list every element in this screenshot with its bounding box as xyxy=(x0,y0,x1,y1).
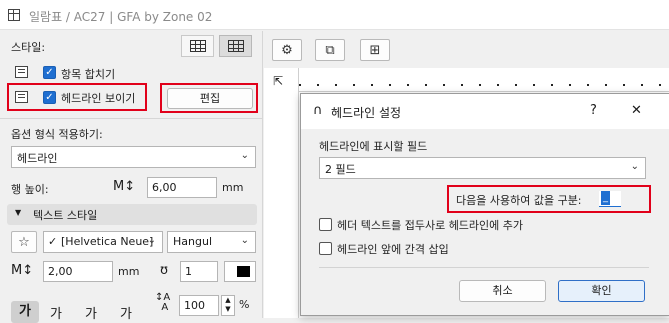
list-grid-icon xyxy=(189,40,206,52)
row-height-label: 행 높이: xyxy=(11,183,49,196)
text-style-label: 텍스트 스타일 xyxy=(33,209,98,222)
vertical-ruler: ⇱ xyxy=(264,68,299,318)
frame-icon: ⧉ xyxy=(325,42,335,58)
merge-items-icon xyxy=(15,66,28,78)
table-grid-icon xyxy=(227,40,244,52)
left-panel: 스타일: ✓ 항목 합치기 ✓ 헤드라인 보이기 편집 옵션 형식 적용하기: … xyxy=(0,31,263,323)
option-apply-value: 헤드라인 xyxy=(17,152,58,165)
script-value: Hangul xyxy=(173,235,212,248)
chevron-down-icon: ⌄ xyxy=(240,235,249,246)
gear-icon: ⚙ xyxy=(281,42,293,58)
ruler-ticks xyxy=(299,74,669,86)
chevron-down-icon: ⌄ xyxy=(147,235,156,246)
star-icon: ☆ xyxy=(18,234,30,250)
style-label: 스타일: xyxy=(11,41,46,54)
window-title: 일람표 / AC27 | GFA by Zone 02 xyxy=(29,10,213,24)
glyph-underline-button[interactable]: 가 xyxy=(85,303,97,322)
separator-label: 다음을 사용하여 값을 구분: xyxy=(456,194,582,207)
option-apply-label: 옵션 형식 적용하기: xyxy=(11,128,103,141)
scale-input[interactable]: 100 xyxy=(179,295,219,316)
font-size-unit: mm xyxy=(118,265,140,278)
cancel-button[interactable]: 취소 xyxy=(459,280,546,302)
headline-settings-dialog: ∩ 헤드라인 설정 ? ✕ 헤드라인에 표시할 필드 2 필드 ⌄ 다음을 사용… xyxy=(300,93,669,316)
font-value: [Helvetica Neue] xyxy=(61,235,154,248)
fields-label: 헤드라인에 표시할 필드 xyxy=(319,140,428,153)
chevron-down-icon: ⌄ xyxy=(240,150,249,161)
text-style-header[interactable]: ▼ 텍스트 스타일 xyxy=(7,204,257,225)
title-bar: 일람표 / AC27 | GFA by Zone 02 xyxy=(0,0,669,30)
merge-items-checkbox[interactable]: ✓ xyxy=(43,66,56,79)
show-headline-checkbox[interactable]: ✓ xyxy=(43,91,56,104)
fields-value: 2 필드 xyxy=(325,163,356,176)
style-grid-button[interactable] xyxy=(219,35,252,57)
font-size-input[interactable]: 2,00 xyxy=(43,261,113,282)
row-height-input[interactable]: 6,00 xyxy=(147,177,217,198)
merge-items-label: 항목 합치기 xyxy=(61,68,116,81)
pen-input[interactable]: 1 xyxy=(180,261,218,282)
font-size-icon: M↕ xyxy=(11,263,34,278)
space-checkbox-label: 헤드라인 앞에 간격 삽입 xyxy=(337,243,449,256)
archicad-icon: ∩ xyxy=(313,103,323,118)
pen-color-swatch[interactable] xyxy=(224,261,256,282)
separator-input[interactable]: _ xyxy=(599,191,621,207)
scale-stepper[interactable]: ▲ ▼ xyxy=(221,295,235,316)
fields-select[interactable]: 2 필드 ⌄ xyxy=(319,157,646,179)
glyph-bold-button[interactable]: 가 xyxy=(11,301,39,323)
prefix-checkbox-label: 헤더 텍스트를 접두사로 헤드라인에 추가 xyxy=(337,219,524,232)
favorites-star-button[interactable]: ☆ xyxy=(11,231,37,253)
edit-button[interactable]: 편집 xyxy=(167,88,253,109)
horizontal-ruler xyxy=(299,68,669,92)
scale-icon: ↕A A xyxy=(155,292,171,313)
divider xyxy=(0,118,262,119)
color-swatch-icon xyxy=(237,266,250,277)
chevron-down-icon: ⌄ xyxy=(630,161,639,172)
frame-button[interactable]: ⧉ xyxy=(315,39,345,61)
close-button[interactable]: ✕ xyxy=(631,103,642,118)
space-checkbox[interactable] xyxy=(319,242,332,255)
glyph-italic-button[interactable]: 가 xyxy=(50,303,62,322)
script-select[interactable]: Hangul ⌄ xyxy=(167,231,256,253)
dialog-divider xyxy=(319,267,649,268)
ok-button[interactable]: 확인 xyxy=(558,280,645,302)
schedule-toolbar: ⚙ ⧉ ⊞ xyxy=(264,31,669,68)
show-headline-label: 헤드라인 보이기 xyxy=(61,92,136,105)
layout-button[interactable]: ⊞ xyxy=(360,39,390,61)
row-height-unit: mm xyxy=(222,181,244,194)
scale-unit: % xyxy=(239,298,250,311)
help-button[interactable]: ? xyxy=(590,103,597,118)
font-select[interactable]: ✓ [Helvetica Neue] ⌄ xyxy=(43,231,163,253)
style-list-button[interactable] xyxy=(181,35,214,57)
layout-icon: ⊞ xyxy=(369,42,381,58)
option-apply-select[interactable]: 헤드라인 ⌄ xyxy=(11,146,256,168)
schedule-icon xyxy=(8,9,20,21)
row-height-icon: M↕ xyxy=(113,179,136,194)
glyph-strike-button[interactable]: 가 xyxy=(120,303,132,322)
settings-button[interactable]: ⚙ xyxy=(272,39,302,61)
prefix-checkbox[interactable] xyxy=(319,218,332,231)
dialog-title-bar: ∩ 헤드라인 설정 ? ✕ xyxy=(301,94,669,129)
dialog-title: 헤드라인 설정 xyxy=(331,106,402,120)
separator-value: _ xyxy=(601,191,610,205)
triangle-down-icon: ▼ xyxy=(15,208,22,217)
headline-icon xyxy=(15,91,28,103)
pen-icon: ʊ xyxy=(160,263,169,278)
font-check-icon: ✓ xyxy=(48,235,58,248)
fit-icon[interactable]: ⇱ xyxy=(273,74,283,88)
